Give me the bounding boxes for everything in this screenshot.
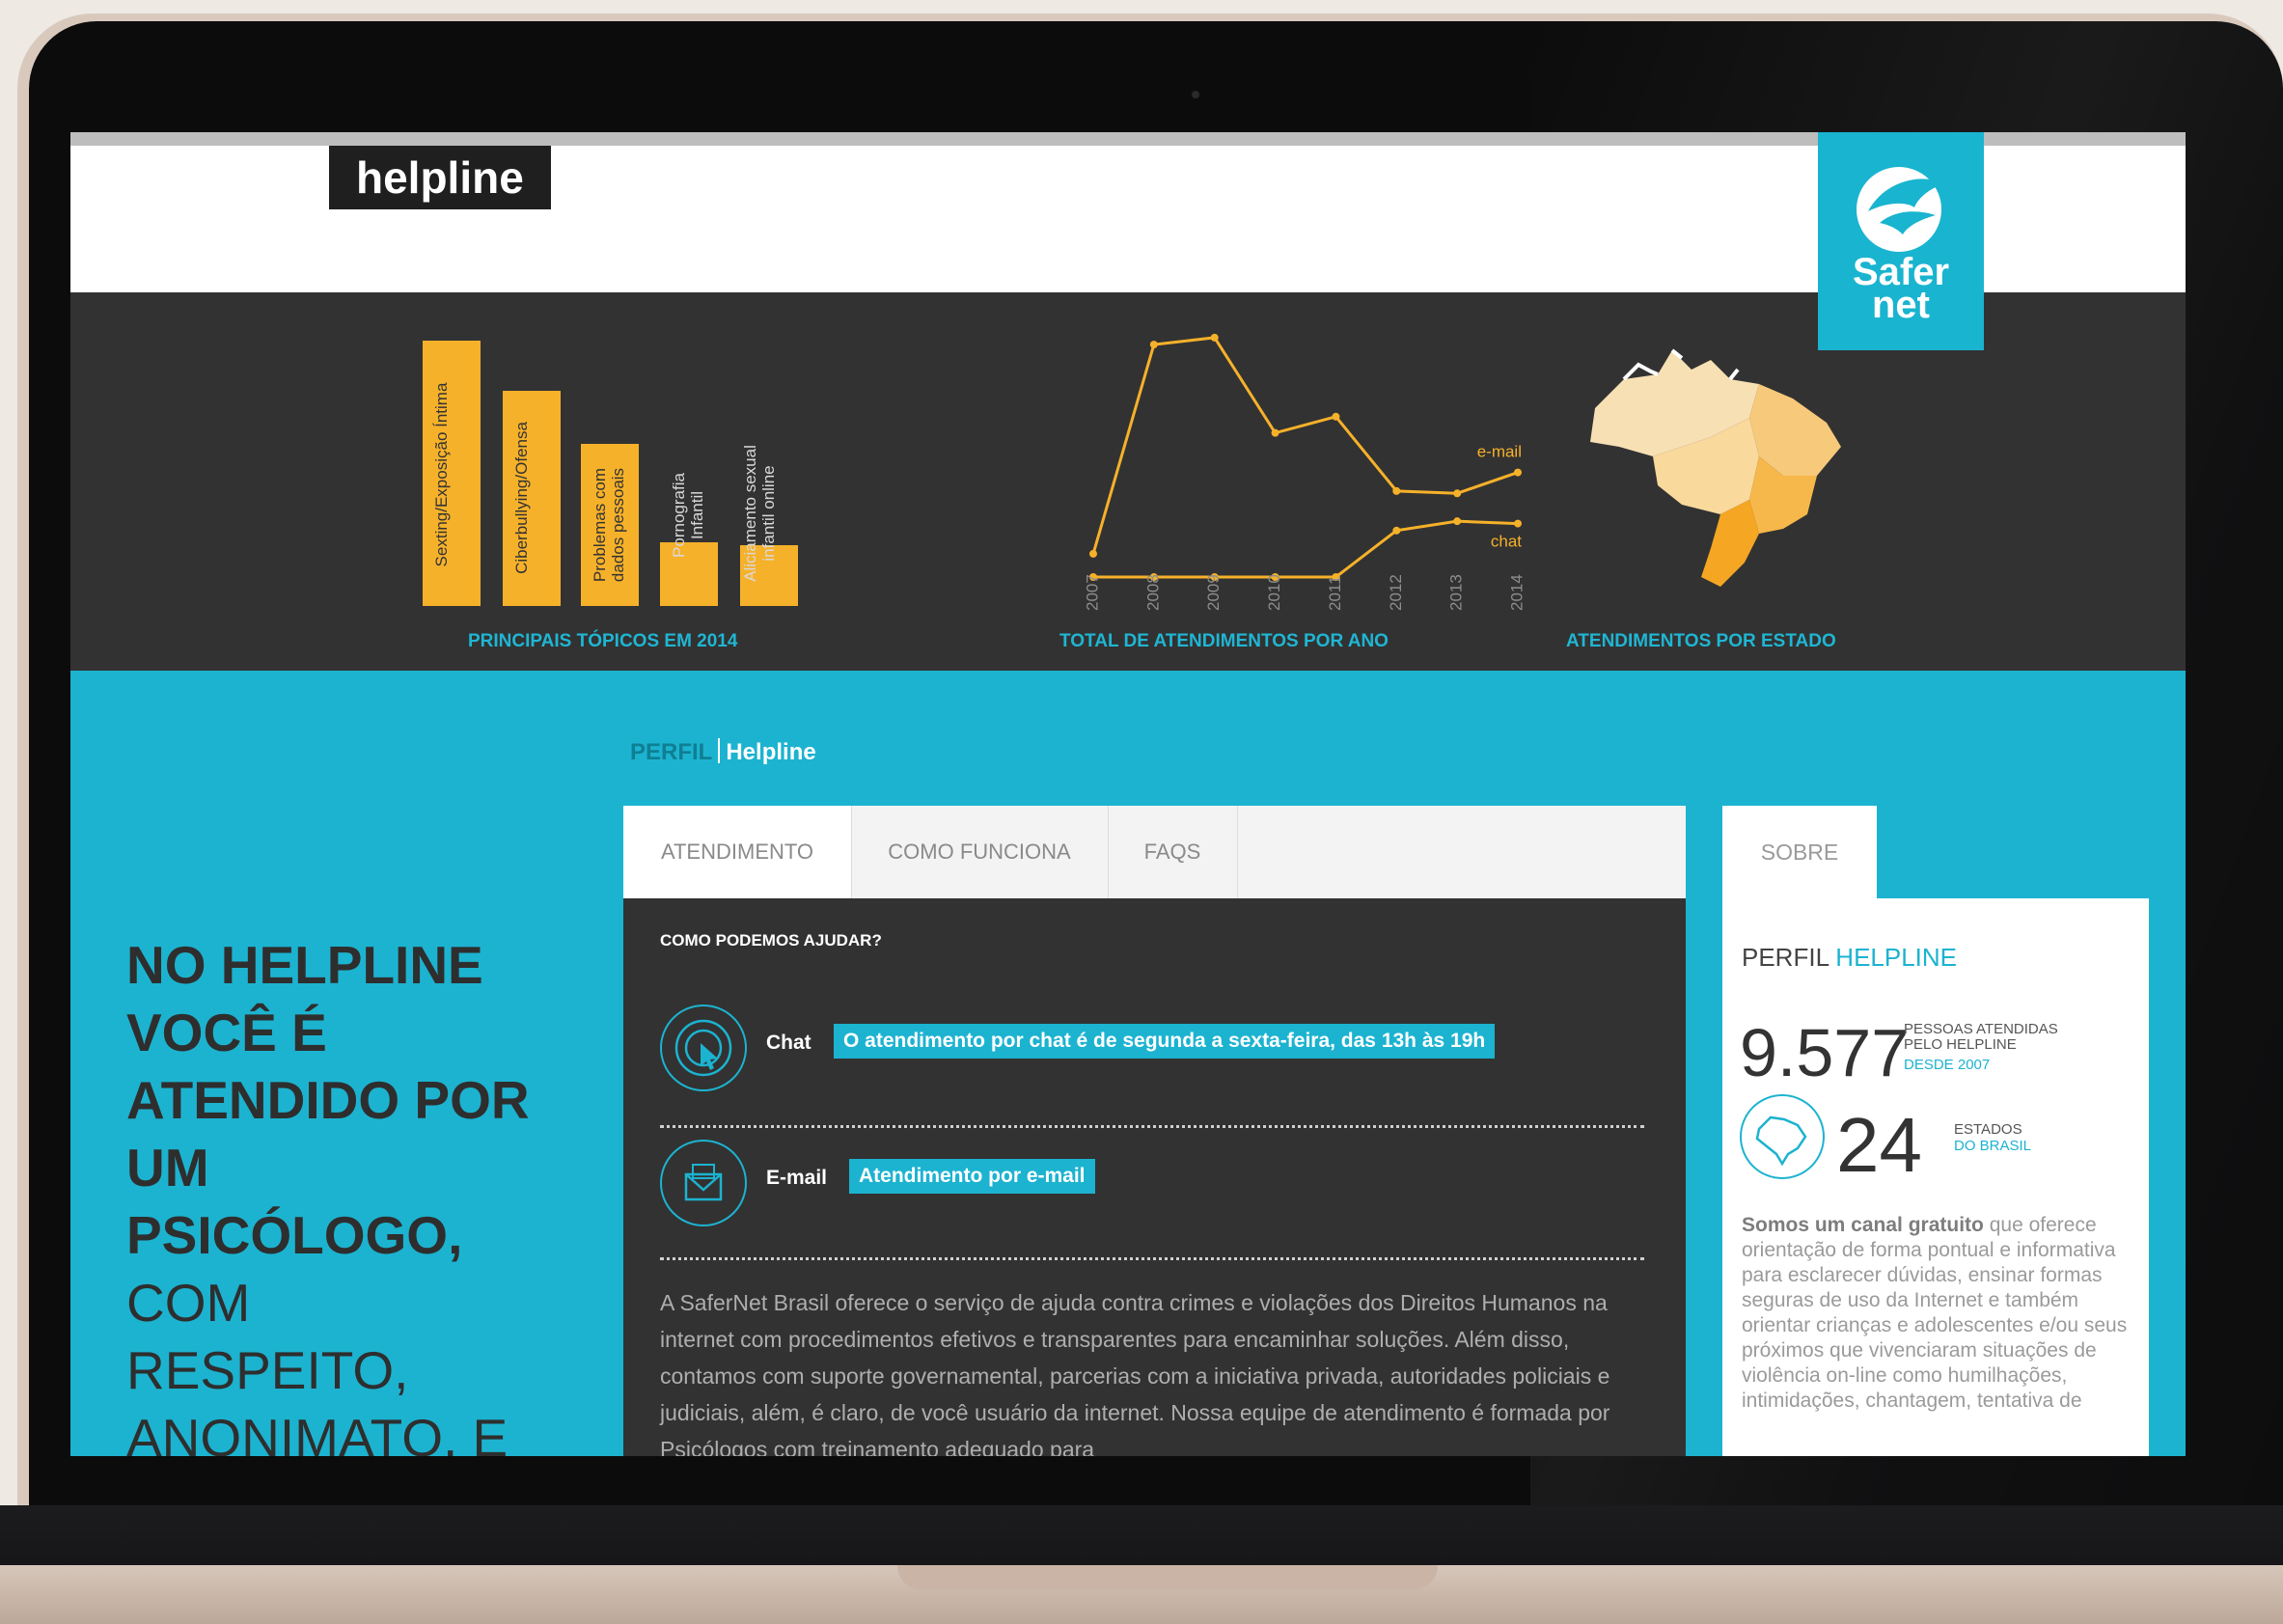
- bar-label-pornografia: Pornografia Infantil: [670, 462, 708, 568]
- body-text: A SaferNet Brasil oferece o serviço de a…: [660, 1290, 1610, 1456]
- sidebar-text: Somos um canal gratuito que oferece orie…: [1742, 1213, 2147, 1414]
- brazil-outline: [1755, 1115, 1807, 1167]
- states-label: ESTADOS: [1954, 1121, 2022, 1138]
- data-point: [1453, 517, 1462, 526]
- screen: helpline Safer net Sexting/Exposição Ínt…: [70, 132, 2186, 1456]
- logo-line2: net: [1872, 284, 1930, 326]
- help-question: COMO PODEMOS AJUDAR?: [660, 931, 882, 950]
- brazil-map: [1590, 348, 1841, 587]
- topics-caption: PRINCIPAIS TÓPICOS EM 2014: [468, 631, 738, 651]
- map-south: [1701, 500, 1759, 587]
- chat-label: Chat: [766, 1032, 811, 1054]
- data-point: [1453, 489, 1462, 498]
- email-icon-glyph: [684, 1164, 723, 1201]
- hero-rest: COM RESPEITO, ANONIMATO, E: [126, 1273, 509, 1456]
- states-sub: DO BRASIL: [1954, 1138, 2032, 1154]
- series-label: chat: [1491, 533, 1522, 551]
- breadcrumb-page: Helpline: [726, 739, 816, 765]
- x-tick-label: 2014: [1507, 574, 1526, 611]
- people-since: DESDE 2007: [1904, 1057, 1991, 1073]
- years-caption: TOTAL DE ATENDIMENTOS POR ANO: [1059, 631, 1389, 651]
- data-point: [1089, 549, 1097, 558]
- hero-text: NO HELPLINE VOCÊ É ATENDIDO POR UM PSICÓ…: [126, 931, 532, 1456]
- data-point: [1149, 341, 1158, 349]
- bar-label-text: Sexting/Exposição Íntima: [432, 382, 451, 567]
- x-tick-label: 2007: [1083, 574, 1101, 611]
- brand-label[interactable]: helpline: [329, 146, 551, 209]
- email-info[interactable]: Atendimento por e-mail: [849, 1159, 1095, 1194]
- logo-text: Safer net: [1818, 253, 1984, 326]
- series-line-chat: [1093, 519, 1519, 579]
- x-tick-label: 2010: [1265, 574, 1283, 611]
- tab-sobre[interactable]: SOBRE: [1722, 806, 1877, 898]
- series-label: e-mail: [1477, 443, 1522, 461]
- data-point: [1514, 468, 1522, 477]
- safernet-logo[interactable]: Safer net: [1818, 132, 1984, 350]
- chat-info[interactable]: O atendimento por chat é de segunda a se…: [834, 1024, 1496, 1059]
- tab-como-funciona[interactable]: COMO FUNCIONA: [851, 806, 1109, 898]
- x-tick-label: 2008: [1143, 574, 1162, 611]
- bar-label-text: Ciberbullying/Ofensa: [512, 422, 531, 574]
- divider: [660, 1125, 1644, 1128]
- data-point: [1392, 526, 1401, 535]
- data-point: [1271, 428, 1279, 437]
- chat-icon-glyph: [674, 1019, 732, 1077]
- sidebar-title-b: HELPLINE: [1835, 943, 1958, 972]
- bar-label-sexting: Sexting/Exposição Íntima: [432, 354, 471, 595]
- chat-icon[interactable]: [660, 1005, 747, 1091]
- breadcrumb-section[interactable]: PERFIL: [630, 739, 712, 765]
- bar-label-dados: Problemas com dados pessoais: [591, 453, 629, 597]
- x-tick-label: 2009: [1204, 574, 1223, 611]
- yearly-line-chart: e-mail chat 2007 2008 2009 2010 2011 2012 2013 20…: [1083, 333, 1526, 611]
- sidebar-title-a: PERFIL: [1742, 943, 1829, 972]
- tab-content: COMO PODEMOS AJUDAR? Chat O atendimento …: [623, 898, 1686, 1456]
- data-point: [1514, 519, 1522, 528]
- bar-label-text: Pornografia Infantil: [670, 473, 706, 558]
- sidebar-panel: PERFIL HELPLINE 9.577 PESSOAS ATENDIDAS …: [1722, 898, 2149, 1456]
- states-count: 24: [1836, 1102, 1922, 1188]
- bar-label-aliciamento: Aliciamento sexual infantil online: [741, 445, 797, 582]
- content-panel: NO HELPLINE VOCÊ É ATENDIDO POR UM PSICÓ…: [70, 671, 2186, 1456]
- tab-faqs[interactable]: FAQS: [1108, 806, 1238, 898]
- people-label: PESSOAS ATENDIDAS PELO HELPLINE: [1904, 1021, 2058, 1053]
- x-tick-label: 2012: [1387, 574, 1405, 611]
- hinge-notch: [897, 1565, 1438, 1590]
- divider: [660, 1257, 1644, 1260]
- tab-bar: ATENDIMENTO COMO FUNCIONA FAQS: [623, 806, 1686, 898]
- tab-atendimento[interactable]: ATENDIMENTO: [623, 806, 852, 898]
- x-tick-label: 2011: [1326, 575, 1344, 611]
- sidebar-text-bold: Somos um canal gratuito: [1742, 1214, 1984, 1236]
- data-point: [1392, 486, 1401, 495]
- states-caption: ATENDIMENTOS POR ESTADO: [1566, 631, 1836, 651]
- hero-bold: NO HELPLINE VOCÊ É ATENDIDO POR UM PSICÓ…: [126, 935, 530, 1265]
- x-tick-label: 2013: [1447, 574, 1466, 611]
- data-point: [1332, 412, 1340, 421]
- brazil-icon: [1740, 1094, 1825, 1179]
- data-point: [1210, 333, 1219, 342]
- breadcrumb: PERFIL Helpline: [630, 738, 816, 766]
- bar-label-text: Aliciamento sexual infantil online: [741, 445, 778, 582]
- camera: [1192, 91, 1199, 98]
- breadcrumb-separator: [718, 738, 721, 763]
- email-label: E-mail: [766, 1167, 828, 1189]
- email-icon[interactable]: [660, 1140, 747, 1226]
- sidebar-text-rest: que oferece orientação de forma pontual …: [1742, 1214, 2128, 1412]
- bar-label-text: Problemas com dados pessoais: [591, 467, 627, 583]
- sidebar-title: PERFIL HELPLINE: [1742, 943, 1957, 973]
- wing-icon: [1857, 167, 1943, 252]
- bar-label-ciberbullying: Ciberbullying/Ofensa: [512, 397, 551, 599]
- people-count: 9.577: [1740, 1015, 1910, 1090]
